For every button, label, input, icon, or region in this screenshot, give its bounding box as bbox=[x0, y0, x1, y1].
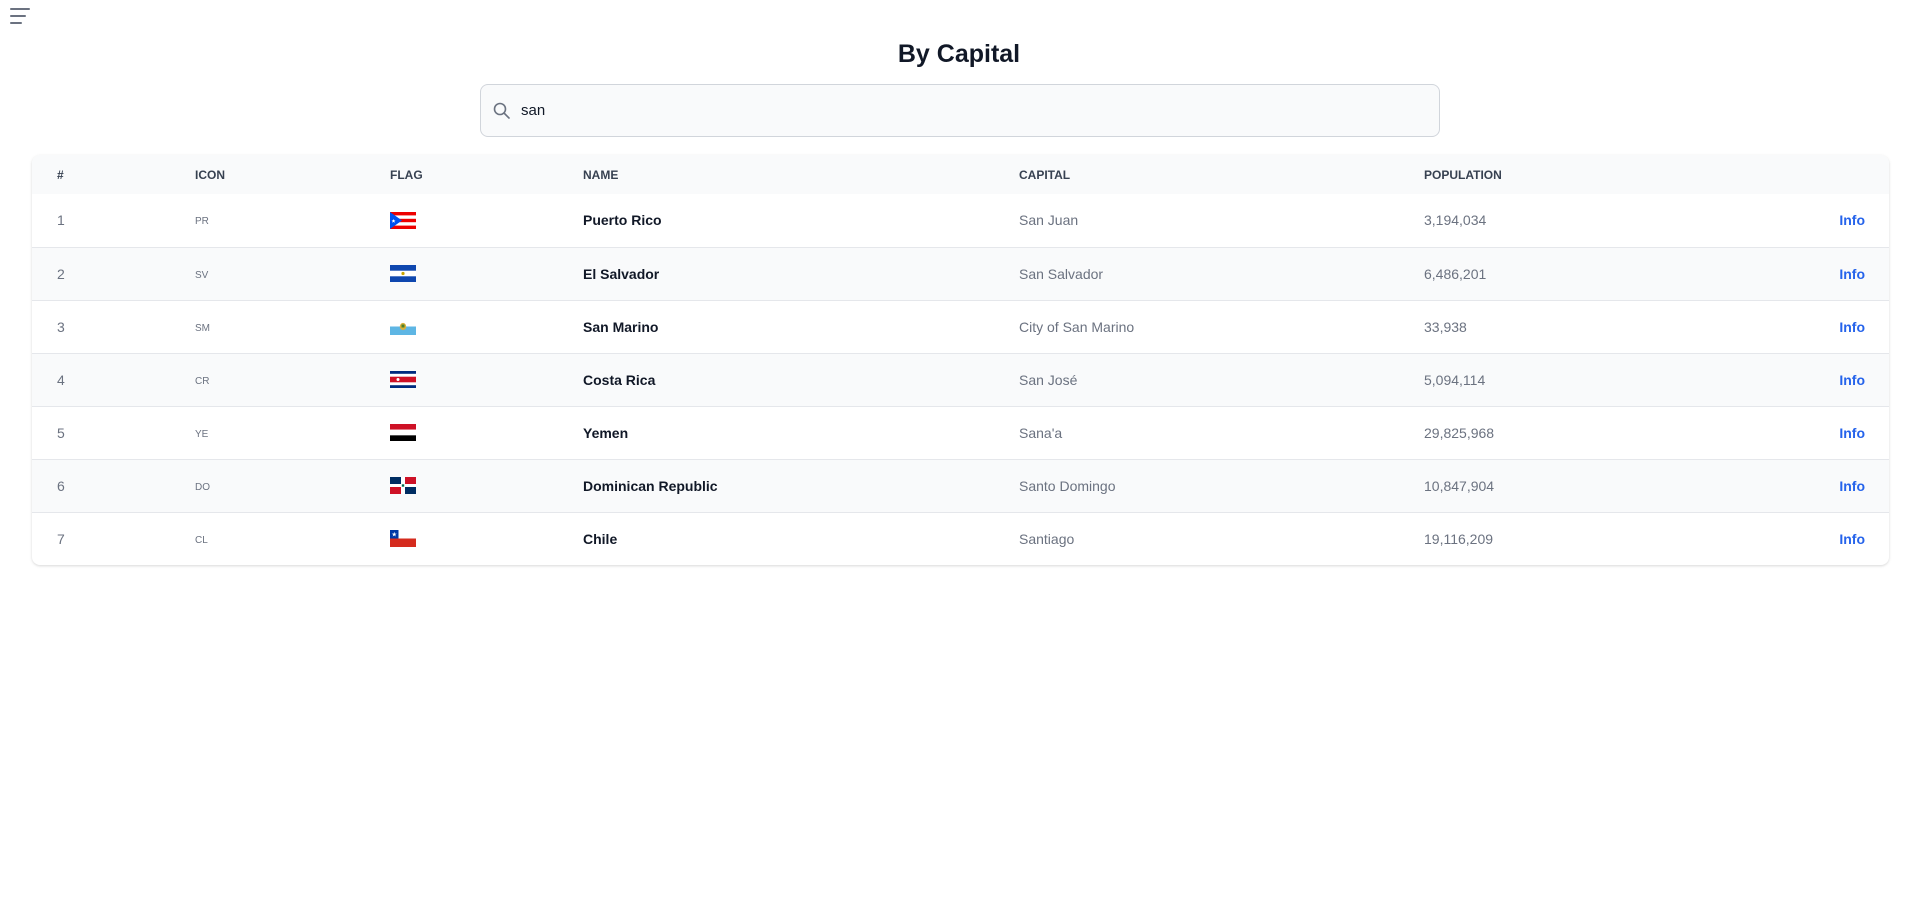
flag-puerto-rico-icon bbox=[390, 211, 416, 229]
flag-costa-rica-icon bbox=[390, 371, 416, 388]
country-code: CR bbox=[195, 375, 210, 387]
country-name: Chile bbox=[583, 530, 618, 547]
table-row[interactable]: 1 PR Puerto Rico San Juan 3,194,034 Info bbox=[32, 194, 1889, 247]
header-capital[interactable]: CAPITAL bbox=[994, 155, 1399, 194]
country-code: SV bbox=[195, 269, 209, 281]
row-index: 4 bbox=[57, 371, 65, 388]
page-title: By Capital bbox=[897, 40, 1021, 68]
row-index: 2 bbox=[57, 265, 65, 282]
country-name: El Salvador bbox=[583, 265, 660, 282]
info-link[interactable]: Info bbox=[1839, 372, 1865, 388]
info-link[interactable]: Info bbox=[1839, 212, 1865, 228]
row-index: 6 bbox=[57, 477, 65, 494]
header-index[interactable]: # bbox=[32, 155, 170, 194]
info-link[interactable]: Info bbox=[1839, 478, 1865, 494]
search-box[interactable] bbox=[480, 84, 1440, 137]
country-population: 5,094,114 bbox=[1424, 371, 1486, 388]
country-capital: San Juan bbox=[1019, 212, 1079, 229]
flag-el-salvador-icon bbox=[390, 265, 416, 282]
row-index: 5 bbox=[57, 424, 65, 441]
country-name: Costa Rica bbox=[583, 371, 656, 388]
header-icon[interactable]: ICON bbox=[170, 155, 365, 194]
country-population: 3,194,034 bbox=[1424, 212, 1487, 229]
country-code: YE bbox=[195, 428, 209, 440]
search-icon bbox=[493, 102, 510, 119]
country-capital: San José bbox=[1019, 371, 1078, 388]
country-name: Puerto Rico bbox=[583, 212, 662, 229]
country-capital: San Salvador bbox=[1019, 265, 1104, 282]
country-name: San Marino bbox=[583, 318, 659, 335]
flag-san-marino-icon bbox=[390, 318, 416, 335]
row-index: 3 bbox=[57, 318, 65, 335]
country-capital: Santiago bbox=[1019, 530, 1075, 547]
country-population: 19,116,209 bbox=[1424, 530, 1494, 547]
table-row[interactable]: 4 CR Costa Rica San José 5,094,114 Info bbox=[32, 353, 1889, 406]
country-population: 6,486,201 bbox=[1424, 265, 1487, 282]
country-name: Dominican Republic bbox=[583, 477, 718, 494]
country-name: Yemen bbox=[583, 424, 629, 441]
hamburger-menu-icon[interactable] bbox=[10, 8, 32, 28]
flag-chile-icon bbox=[390, 530, 416, 548]
row-index: 7 bbox=[57, 530, 65, 547]
country-capital: Sana'a bbox=[1019, 424, 1063, 441]
header-flag[interactable]: FLAG bbox=[365, 155, 558, 194]
countries-table: # ICON FLAG NAME CAPITAL POPULATION 1 PR bbox=[32, 155, 1889, 565]
table-row[interactable]: 6 DO Dominican Republic Santo Domingo 10… bbox=[32, 459, 1889, 512]
country-population: 33,938 bbox=[1424, 318, 1467, 335]
row-index: 1 bbox=[57, 212, 65, 229]
table-row[interactable]: 5 YE Yemen Sana'a 29,825,968 Info bbox=[32, 406, 1889, 459]
info-link[interactable]: Info bbox=[1839, 266, 1865, 282]
flag-dominican-republic-icon bbox=[390, 477, 416, 494]
header-name[interactable]: NAME bbox=[558, 155, 994, 194]
country-capital: Santo Domingo bbox=[1019, 477, 1116, 494]
country-code: DO bbox=[195, 481, 210, 493]
info-link[interactable]: Info bbox=[1839, 531, 1865, 547]
country-code: PR bbox=[195, 216, 209, 228]
search-input[interactable] bbox=[521, 85, 1439, 136]
country-code: CL bbox=[195, 534, 208, 546]
country-population: 10,847,904 bbox=[1424, 477, 1495, 494]
info-link[interactable]: Info bbox=[1839, 425, 1865, 441]
country-code: SM bbox=[195, 322, 210, 334]
table-row[interactable]: 7 CL Chile Santiago 19,116,209 Info bbox=[32, 512, 1889, 565]
table-row[interactable]: 2 SV El Salvador San Salvador 6,486,201 … bbox=[32, 247, 1889, 300]
header-actions bbox=[1739, 155, 1889, 194]
flag-yemen-icon bbox=[390, 424, 416, 441]
country-population: 29,825,968 bbox=[1424, 424, 1495, 441]
table-header-row: # ICON FLAG NAME CAPITAL POPULATION bbox=[32, 155, 1889, 194]
table-row[interactable]: 3 SM San Marino City of San Marino 33,93… bbox=[32, 300, 1889, 353]
country-capital: City of San Marino bbox=[1019, 318, 1135, 335]
header-population[interactable]: POPULATION bbox=[1399, 155, 1739, 194]
info-link[interactable]: Info bbox=[1839, 319, 1865, 335]
